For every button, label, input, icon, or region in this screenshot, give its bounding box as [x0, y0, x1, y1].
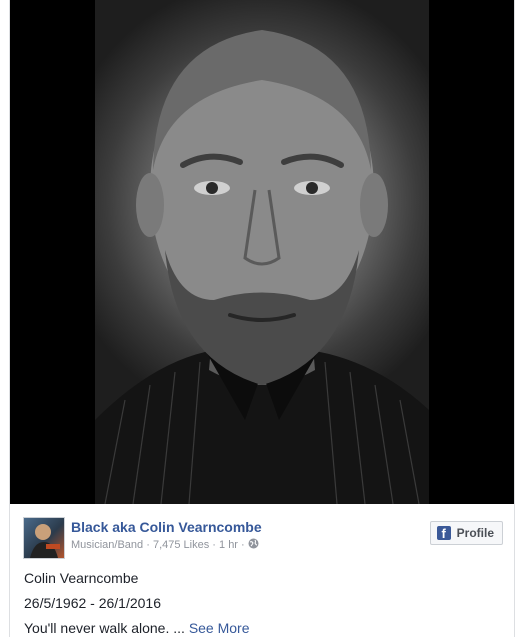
globe-icon [248, 538, 259, 552]
post-text-line: You'll never walk alone. ... See More [24, 620, 250, 636]
meta-separator: · [146, 539, 150, 551]
facebook-icon: f [436, 526, 451, 540]
see-more-link[interactable]: See More [189, 620, 250, 636]
post-photo[interactable] [10, 0, 514, 504]
post-text-line: Colin Vearncombe [24, 570, 139, 586]
profile-button[interactable]: f Profile [429, 521, 503, 545]
likes-count[interactable]: 7,475 Likes [153, 539, 209, 551]
meta-separator: · [212, 539, 216, 551]
page-category: Musician/Band [71, 539, 144, 551]
post-timestamp[interactable]: 1 hr [219, 539, 238, 551]
post-card: Black aka Colin Vearncombe Musician/Band… [9, 0, 515, 637]
post-meta: Musician/Band · 7,475 Likes · 1 hr · [71, 538, 259, 552]
profile-button-label: Profile [456, 526, 494, 540]
portrait-image [95, 0, 429, 504]
post-header: Black aka Colin Vearncombe Musician/Band… [10, 504, 514, 564]
post-text-line: 26/5/1962 - 26/1/2016 [24, 595, 162, 611]
page-avatar[interactable] [23, 517, 65, 559]
meta-separator: · [241, 539, 245, 551]
post-text-content: You'll never walk alone. ... [24, 620, 185, 636]
page-name-link[interactable]: Black aka Colin Vearncombe [71, 519, 262, 535]
